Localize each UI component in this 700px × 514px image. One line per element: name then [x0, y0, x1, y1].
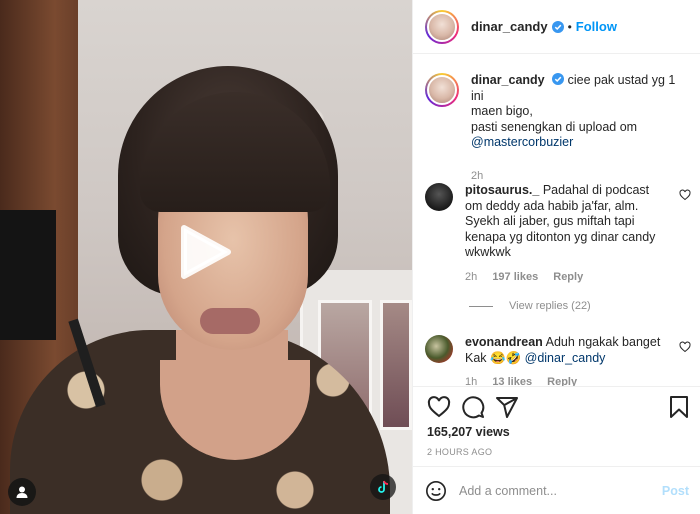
comment-item: pitosaurus._ Padahal di podcast om deddy…: [425, 183, 691, 285]
comment-item: evonandrean Aduh ngakak banget Kak 😂🤣 @d…: [425, 335, 691, 386]
post-side-panel: dinar_candy • Follow dinar_candy ciee pa…: [412, 0, 700, 514]
comment-avatar[interactable]: [425, 335, 453, 363]
heart-icon[interactable]: [679, 341, 691, 353]
cabinet-shelf-right: [380, 300, 412, 430]
post-button[interactable]: Post: [662, 484, 689, 498]
header-separator: •: [567, 19, 572, 34]
share-icon[interactable]: [495, 395, 519, 419]
post-actions: 165,207 views 2 HOURS AGO: [413, 386, 700, 476]
reply-button[interactable]: Reply: [553, 271, 583, 283]
add-comment-bar: Post: [413, 466, 700, 514]
comment-likes[interactable]: 13 likes: [492, 376, 532, 386]
view-replies-button[interactable]: View replies (22): [469, 300, 591, 312]
comments-list[interactable]: dinar_candy ciee pak ustad yg 1 ini maen…: [413, 55, 700, 386]
comment-username[interactable]: pitosaurus._: [465, 183, 539, 197]
caption-text-line3: pasti senengkan di upload om: [471, 119, 638, 134]
follow-button[interactable]: Follow: [576, 19, 617, 34]
verified-badge-icon: [551, 20, 564, 33]
caption-avatar[interactable]: [425, 73, 459, 107]
comment-time: 1h: [465, 376, 478, 386]
comment-username[interactable]: evonandrean: [465, 335, 543, 349]
view-replies-label: View replies (22): [509, 300, 591, 312]
caption: dinar_candy ciee pak ustad yg 1 ini maen…: [425, 73, 691, 184]
heart-icon[interactable]: [427, 395, 451, 419]
person-lips: [200, 308, 260, 334]
heart-icon[interactable]: [679, 189, 691, 201]
user-tag-icon[interactable]: [8, 478, 36, 506]
emoji-icon[interactable]: [425, 480, 447, 502]
post-container: dinar_candy • Follow dinar_candy ciee pa…: [0, 0, 700, 514]
comment-icon[interactable]: [461, 395, 485, 419]
avatar[interactable]: [425, 9, 459, 44]
comment-likes[interactable]: 197 likes: [492, 271, 538, 283]
comment-input[interactable]: [459, 483, 662, 498]
reply-button[interactable]: Reply: [547, 376, 577, 386]
play-icon[interactable]: [180, 224, 232, 280]
tiktok-icon: [370, 474, 396, 500]
view-count[interactable]: 165,207 views: [427, 425, 510, 439]
caption-time: 2h: [471, 169, 484, 182]
post-header: dinar_candy • Follow: [413, 0, 700, 54]
caption-username[interactable]: dinar_candy: [471, 73, 545, 87]
caption-text-line2: maen bigo,: [471, 104, 533, 118]
post-time: 2 HOURS AGO: [427, 447, 493, 457]
background-tv: [0, 210, 56, 340]
comment-avatar[interactable]: [425, 183, 453, 211]
comment-mention[interactable]: @dinar_candy: [525, 351, 606, 365]
video-player[interactable]: [0, 0, 412, 514]
verified-badge-icon: [552, 73, 565, 85]
caption-mention[interactable]: @mastercorbuzier: [471, 135, 691, 151]
bookmark-icon[interactable]: [667, 395, 691, 419]
header-username[interactable]: dinar_candy: [471, 19, 548, 34]
comment-time: 2h: [465, 270, 478, 283]
